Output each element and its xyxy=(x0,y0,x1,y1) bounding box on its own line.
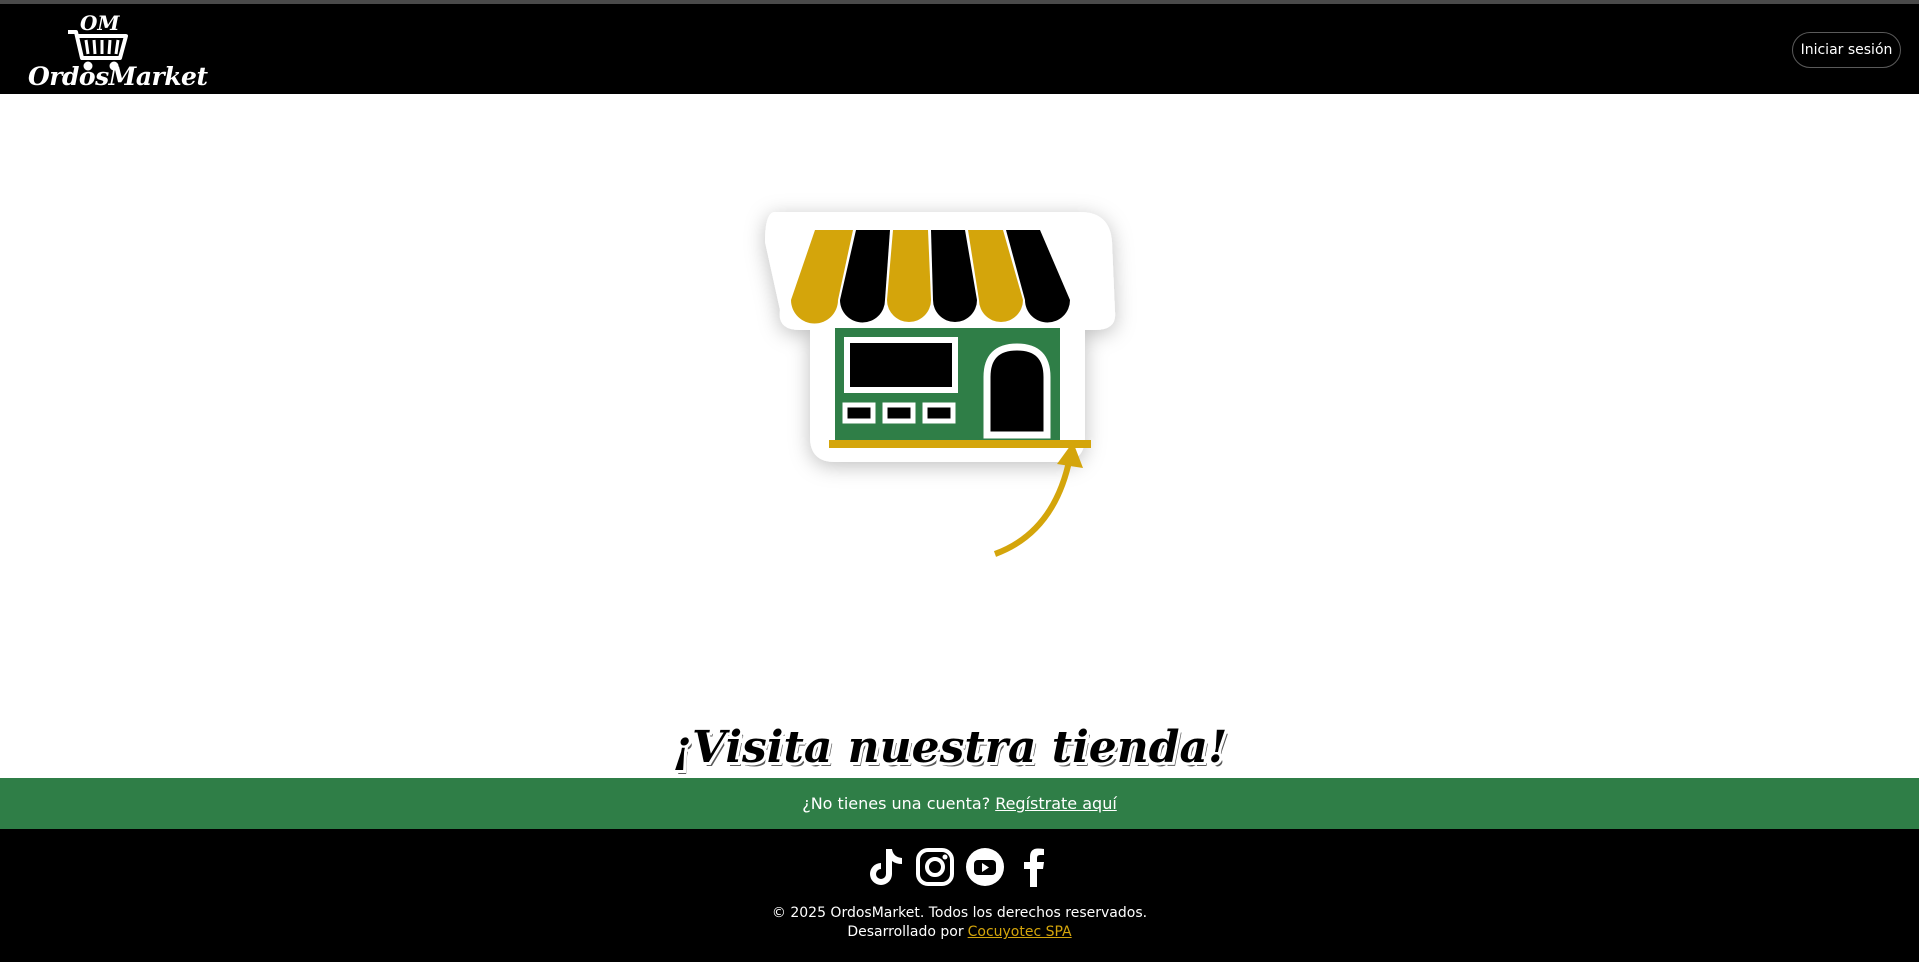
facebook-icon xyxy=(1023,848,1044,887)
site-footer: © 2025 OrdosMarket. Todos los derechos r… xyxy=(0,829,1919,962)
ordosmarket-logo[interactable]: OM OrdosMarket xyxy=(22,4,208,94)
register-prompt: ¿No tienes una cuenta? xyxy=(802,794,991,813)
logo-monogram: OM xyxy=(80,11,120,35)
instagram-link[interactable] xyxy=(914,846,955,887)
visit-store-banner[interactable]: ¡Visita nuestra tienda! ¡Visita nuestra … xyxy=(670,202,1230,777)
login-button[interactable]: Iniciar sesión xyxy=(1792,32,1901,68)
developed-by-label: Desarrollado por xyxy=(847,924,964,940)
facebook-link[interactable] xyxy=(1014,846,1055,887)
copyright-text: © 2025 OrdosMarket. Todos los derechos r… xyxy=(771,905,1148,921)
tiktok-icon xyxy=(869,848,902,885)
instagram-icon xyxy=(915,847,954,886)
youtube-icon xyxy=(965,847,1004,886)
cta-text: ¡Visita nuestra tienda! xyxy=(673,722,1228,773)
logo-wordmark: OrdosMarket xyxy=(28,62,208,91)
register-bar: ¿No tienes una cuenta? Regístrate aquí xyxy=(0,778,1919,829)
youtube-link[interactable] xyxy=(964,846,1005,887)
site-header: OM OrdosMarket Iniciar sesión xyxy=(0,4,1919,94)
developer-link[interactable]: Cocuyotec SPA xyxy=(968,924,1072,940)
main-content: ¡Visita nuestra tienda! ¡Visita nuestra … xyxy=(0,94,1919,778)
social-links xyxy=(0,846,1919,887)
register-link[interactable]: Regístrate aquí xyxy=(995,794,1117,813)
developer-credit: Desarrollado por Cocuyotec SPA xyxy=(0,923,1919,942)
tiktok-link[interactable] xyxy=(864,846,905,887)
